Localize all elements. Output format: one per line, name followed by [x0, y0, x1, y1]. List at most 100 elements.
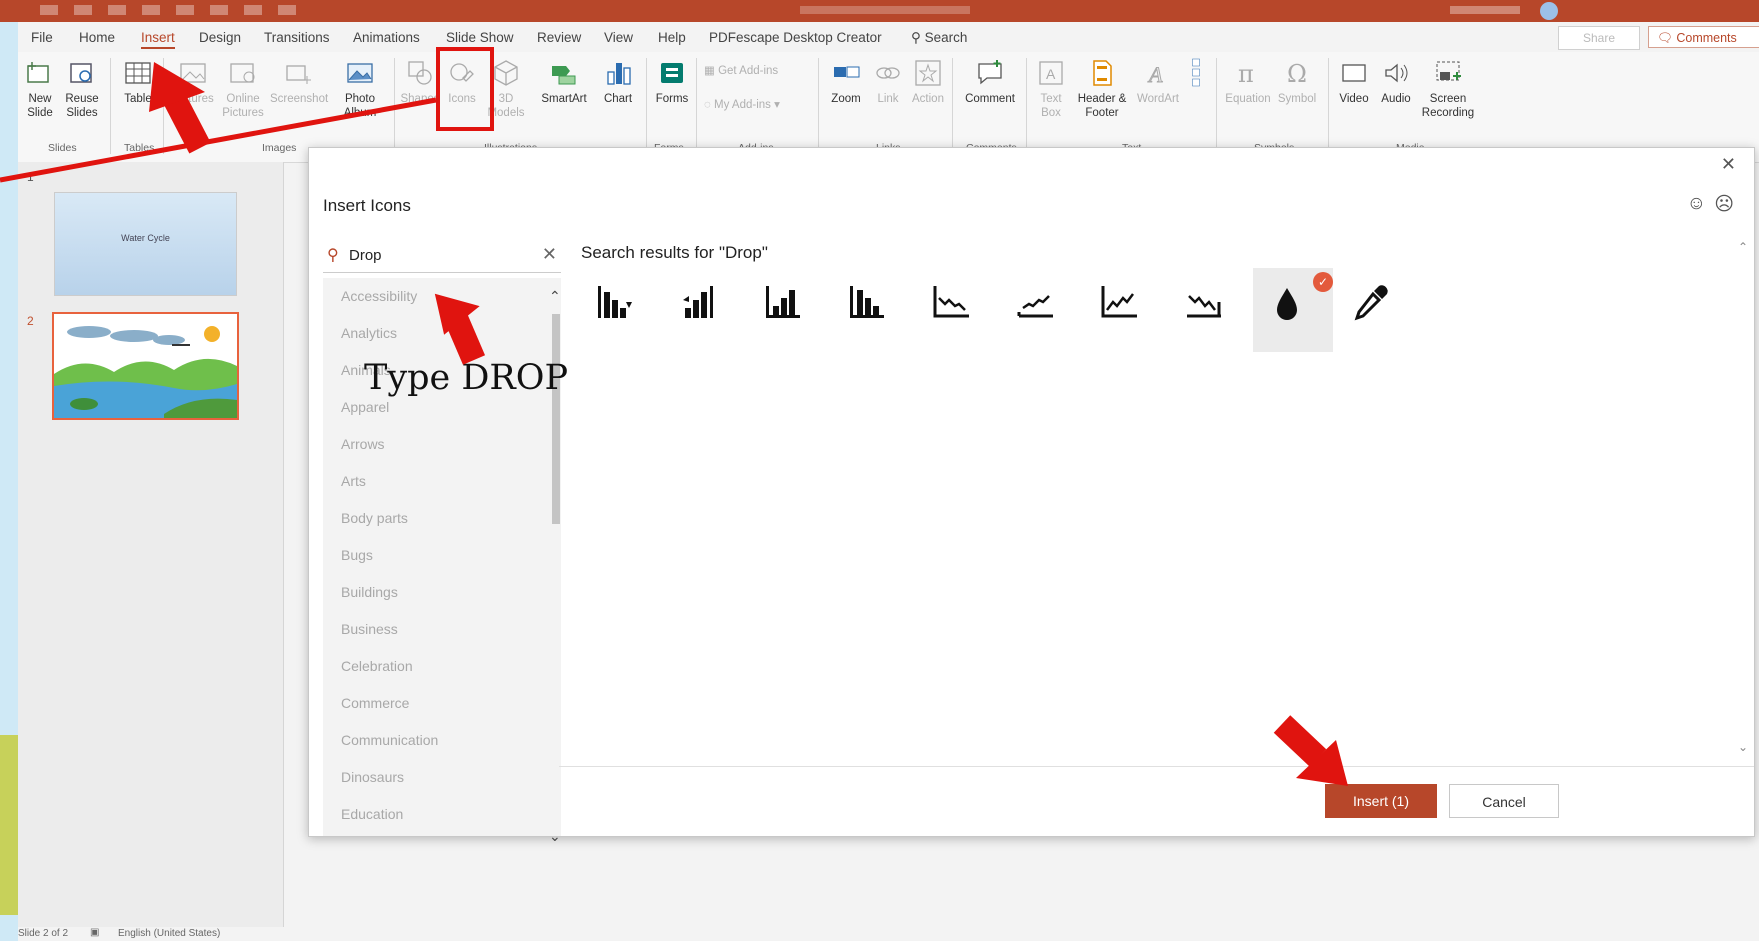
tab-file[interactable]: File	[31, 30, 53, 45]
category-item[interactable]: Education	[341, 806, 403, 822]
wordart-button[interactable]: A WordArt	[1134, 58, 1182, 106]
line-chart-fall-icon[interactable]	[1169, 268, 1253, 352]
action-button[interactable]: Action	[908, 58, 948, 106]
new-slide-button[interactable]: New Slide	[22, 58, 58, 120]
tab-transitions[interactable]: Transitions	[264, 30, 330, 45]
category-item[interactable]: Dinosaurs	[341, 769, 404, 785]
video-button[interactable]: Video	[1334, 58, 1374, 106]
comment-button[interactable]: Comment	[960, 58, 1020, 106]
online-pictures-label: Online Pictures	[222, 93, 264, 119]
insert-button[interactable]: Insert (1)	[1325, 784, 1437, 818]
tab-animations[interactable]: Animations	[353, 30, 420, 45]
category-item[interactable]: Accessibility	[341, 288, 417, 304]
zoom-label: Zoom	[831, 93, 861, 105]
icon-search-input[interactable]: ⚲ Drop ✕	[323, 238, 561, 273]
bar-chart-down-frame-icon[interactable]	[833, 268, 917, 352]
share-button[interactable]: Share	[1558, 26, 1640, 50]
line-chart-rise-icon[interactable]	[1085, 268, 1169, 352]
chevron-up-icon[interactable]: ⌃	[549, 288, 561, 305]
dialog-title: Insert Icons	[323, 196, 411, 215]
slide-thumbnail-1[interactable]: Water Cycle	[54, 192, 237, 296]
bar-chart-up-icon[interactable]	[665, 268, 749, 352]
tab-pdfescape[interactable]: PDFescape Desktop Creator	[709, 30, 882, 45]
tab-help[interactable]: Help	[658, 30, 686, 45]
star-icon	[915, 60, 941, 86]
category-item[interactable]: Commerce	[341, 695, 409, 711]
language-status[interactable]: English (United States)	[118, 928, 220, 939]
comment-label: Comment	[965, 93, 1015, 105]
screen-recording-button[interactable]: Screen Recording	[1420, 58, 1476, 120]
bar-chart-down-icon[interactable]	[581, 268, 665, 352]
forms-button[interactable]: Forms	[652, 58, 692, 106]
category-item[interactable]: Buildings	[341, 584, 398, 600]
get-addins-button[interactable]: ▦ Get Add-ins	[704, 64, 814, 78]
category-item[interactable]: Body parts	[341, 510, 408, 526]
eyedropper-icon[interactable]	[1337, 268, 1421, 352]
table-button[interactable]: Table	[120, 58, 156, 106]
pictures-label: Pictures	[172, 93, 214, 105]
text-box-button[interactable]: A Text Box	[1034, 58, 1068, 120]
category-item[interactable]: Bugs	[341, 547, 373, 563]
category-item[interactable]: Business	[341, 621, 398, 637]
header-footer-button[interactable]: Header & Footer	[1072, 58, 1132, 120]
comments-button[interactable]: 🗨 Comments	[1648, 26, 1759, 48]
line-chart-up-icon[interactable]	[1001, 268, 1085, 352]
chevron-down-icon[interactable]: ⌄	[1738, 740, 1748, 754]
frown-feedback-icon[interactable]: ☹	[1714, 193, 1734, 216]
tab-design[interactable]: Design	[199, 30, 241, 45]
my-addins-label: My Add-ins	[714, 99, 771, 111]
tell-me-label: Search	[924, 30, 968, 45]
tab-insert[interactable]: Insert	[141, 30, 175, 49]
audio-label: Audio	[1381, 93, 1411, 105]
symbol-button[interactable]: Ω Symbol	[1274, 58, 1320, 106]
close-icon[interactable]: ✕	[1721, 154, 1736, 175]
category-item[interactable]: Analytics	[341, 325, 397, 341]
accessibility-icon[interactable]: ▣	[90, 927, 99, 938]
tab-view[interactable]: View	[604, 30, 633, 45]
reuse-slides-button[interactable]: Reuse Slides	[62, 58, 102, 120]
photo-album-button[interactable]: Photo Album	[332, 58, 388, 120]
category-item[interactable]: Celebration	[341, 658, 413, 674]
tab-review[interactable]: Review	[537, 30, 581, 45]
water-drop-icon[interactable]: ✓	[1253, 268, 1333, 352]
tell-me-search[interactable]: ⚲ Search	[911, 30, 967, 46]
quick-access-toolbar[interactable]	[40, 5, 300, 15]
chart-button[interactable]: Chart	[598, 58, 638, 106]
shapes-button[interactable]: Shapes	[400, 58, 440, 106]
clear-search-icon[interactable]: ✕	[542, 244, 557, 265]
online-pictures-button[interactable]: Online Pictures	[220, 58, 266, 120]
link-button[interactable]: Link	[870, 58, 906, 106]
ribbon-separator	[818, 58, 819, 154]
screenshot-button[interactable]: Screenshot	[270, 58, 328, 106]
cancel-button[interactable]: Cancel	[1449, 784, 1559, 818]
line-chart-down-icon[interactable]	[917, 268, 1001, 352]
pictures-button[interactable]: Pictures	[170, 58, 216, 106]
chart-label: Chart	[603, 93, 633, 105]
chevron-up-icon[interactable]: ⌃	[1738, 240, 1748, 254]
my-addins-button[interactable]: ◌ My Add-ins ▾	[704, 98, 814, 112]
chevron-down-icon[interactable]: ⌄	[549, 828, 561, 845]
tab-slide-show[interactable]: Slide Show	[446, 30, 514, 45]
category-item[interactable]: Arts	[341, 473, 366, 489]
equation-button[interactable]: π Equation	[1224, 58, 1272, 106]
results-scrollbar[interactable]: ⌃ ⌄	[1738, 240, 1750, 760]
tab-home[interactable]: Home	[79, 30, 115, 45]
category-item[interactable]: Communication	[341, 732, 438, 748]
forms-label: Forms	[655, 93, 689, 105]
slide-thumbnail-title: Water Cycle	[121, 233, 170, 243]
smartart-button[interactable]: SmartArt	[534, 58, 594, 106]
new-slide-label: New Slide	[27, 93, 53, 119]
search-value: Drop	[349, 247, 382, 264]
action-label: Action	[912, 93, 944, 105]
audio-button[interactable]: Audio	[1376, 58, 1416, 106]
category-item[interactable]: Apparel	[341, 399, 389, 415]
slide-thumbnail-2[interactable]	[52, 312, 239, 420]
category-item[interactable]: Arrows	[341, 436, 385, 452]
zoom-button[interactable]: Zoom	[824, 58, 868, 106]
table-label: Table	[124, 93, 152, 105]
avatar[interactable]	[1540, 2, 1558, 20]
smile-feedback-icon[interactable]: ☺	[1687, 193, 1706, 215]
scrollbar-thumb[interactable]	[552, 314, 560, 524]
bar-chart-up-frame-icon[interactable]	[749, 268, 833, 352]
date-time-button[interactable]	[1184, 58, 1208, 92]
